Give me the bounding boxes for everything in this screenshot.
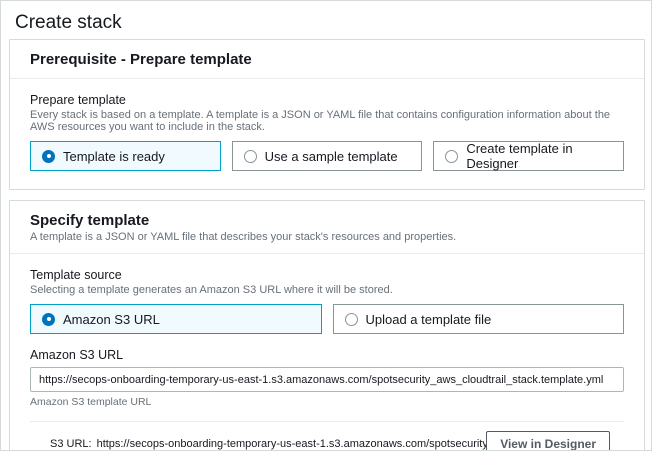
prepare-template-options: Template is ready Use a sample template … — [30, 141, 624, 171]
prerequisite-panel-body: Prepare template Every stack is based on… — [10, 79, 644, 189]
prepare-template-label: Prepare template — [30, 93, 624, 107]
option-label: Amazon S3 URL — [63, 312, 160, 327]
option-template-is-ready[interactable]: Template is ready — [30, 141, 221, 171]
specify-template-description: A template is a JSON or YAML file that d… — [30, 231, 624, 243]
option-label: Use a sample template — [265, 149, 398, 164]
specify-template-panel: Specify template A template is a JSON or… — [9, 200, 645, 451]
specify-template-footer: S3 URL: https://secops-onboarding-tempora… — [30, 421, 624, 451]
specify-template-title: Specify template — [30, 212, 624, 229]
template-source-description: Selecting a template generates an Amazon… — [30, 284, 624, 296]
option-amazon-s3-url[interactable]: Amazon S3 URL — [30, 304, 322, 334]
s3-url-summary: S3 URL: https://secops-onboarding-tempora… — [50, 438, 486, 450]
specify-template-panel-header: Specify template A template is a JSON or… — [10, 201, 644, 254]
prerequisite-panel: Prerequisite - Prepare template Prepare … — [9, 39, 645, 190]
radio-checked-icon — [42, 313, 55, 326]
specify-template-body: Template source Selecting a template gen… — [10, 254, 644, 451]
template-source-options: Amazon S3 URL Upload a template file — [30, 304, 624, 334]
amazon-s3-url-helper: Amazon S3 template URL — [30, 396, 624, 408]
amazon-s3-url-input[interactable] — [30, 367, 624, 392]
radio-unchecked-icon — [345, 313, 358, 326]
option-use-sample-template[interactable]: Use a sample template — [232, 141, 423, 171]
option-label: Create template in Designer — [466, 141, 612, 171]
amazon-s3-url-label: Amazon S3 URL — [30, 348, 624, 362]
s3-url-summary-label: S3 URL: — [50, 438, 92, 450]
option-label: Upload a template file — [366, 312, 492, 327]
option-create-template-designer[interactable]: Create template in Designer — [433, 141, 624, 171]
radio-unchecked-icon — [445, 150, 458, 163]
prerequisite-panel-header: Prerequisite - Prepare template — [10, 40, 644, 79]
prerequisite-panel-title: Prerequisite - Prepare template — [30, 51, 624, 68]
template-source-label: Template source — [30, 268, 624, 282]
page-title: Create stack — [1, 1, 651, 39]
radio-checked-icon — [42, 150, 55, 163]
view-in-designer-button[interactable]: View in Designer — [486, 431, 610, 451]
option-label: Template is ready — [63, 149, 165, 164]
s3-url-summary-value: https://secops-onboarding-temporary-us-e… — [97, 438, 487, 450]
option-upload-template-file[interactable]: Upload a template file — [333, 304, 625, 334]
create-stack-page: Create stack Prerequisite - Prepare temp… — [0, 0, 652, 451]
prepare-template-description: Every stack is based on a template. A te… — [30, 109, 624, 133]
radio-unchecked-icon — [244, 150, 257, 163]
